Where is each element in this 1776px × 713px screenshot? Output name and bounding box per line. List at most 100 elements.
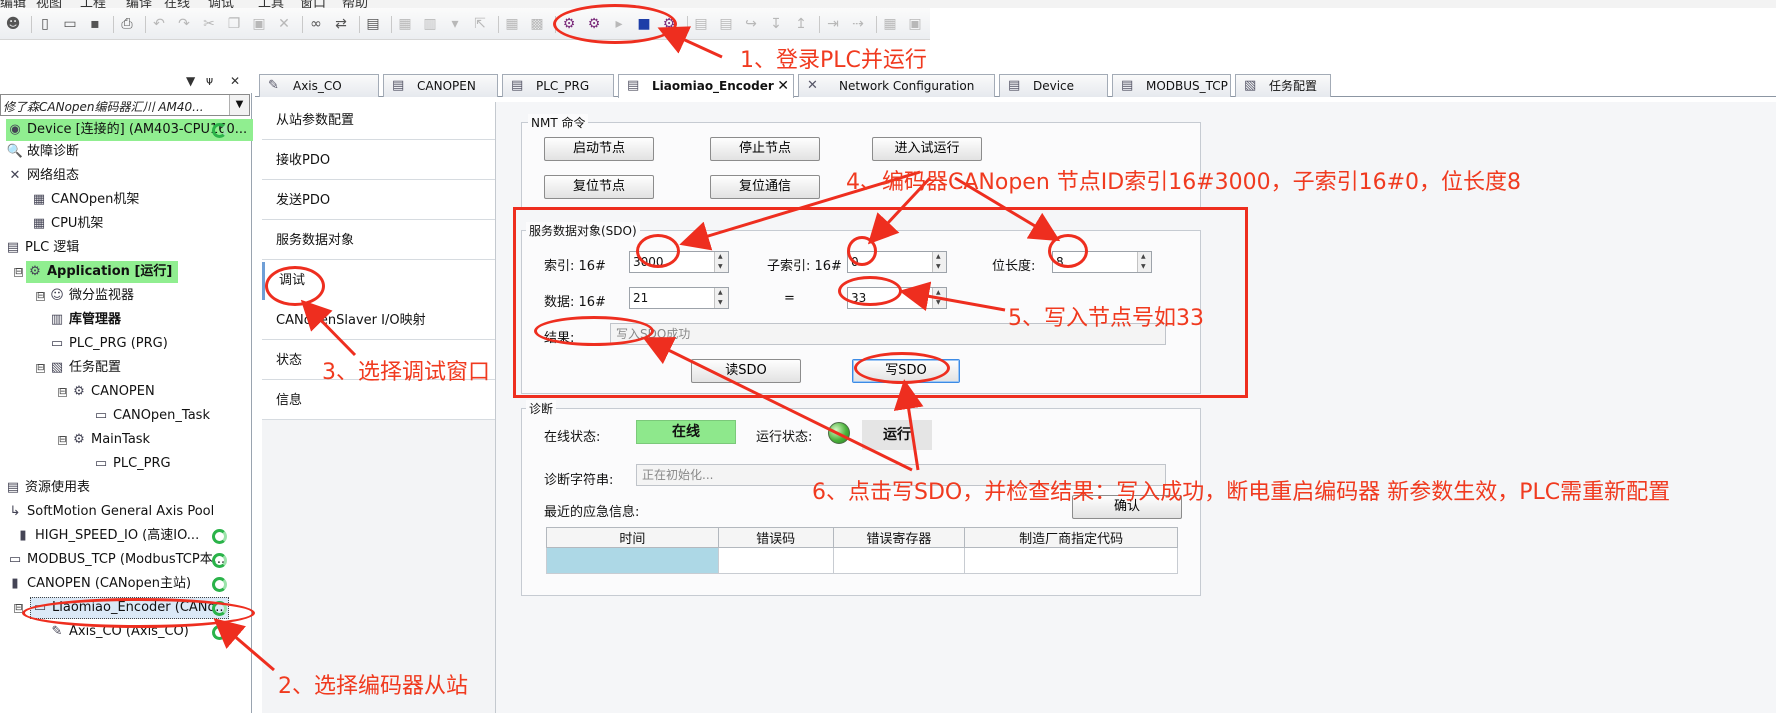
collapse-icon[interactable]: ⊟ <box>14 268 23 277</box>
tree-node[interactable]: ▤ 资源使用表 <box>4 477 90 499</box>
tree-node[interactable]: ✕ 网络组态 <box>6 165 79 187</box>
collapse-icon[interactable]: ⊟ <box>58 436 67 445</box>
reset-communication-button[interactable]: 复位通信 <box>710 175 820 199</box>
breakpoint-icon[interactable]: ▤ <box>692 15 710 33</box>
breakpoint2-icon[interactable]: ▤ <box>717 15 735 33</box>
tree-node[interactable]: ⚙ MainTask <box>70 429 150 451</box>
copy-icon[interactable]: ❐ <box>225 15 243 33</box>
table-icon[interactable]: ▥ <box>421 15 439 33</box>
table-column-header[interactable]: 错误码 <box>717 527 834 548</box>
stop-node-button[interactable]: 停止节点 <box>710 137 820 161</box>
nav-item-2[interactable]: 发送PDO <box>262 182 495 220</box>
run-to-cursor-icon[interactable]: ⇢ <box>849 15 867 33</box>
menu-item-7[interactable]: 窗口 <box>300 0 326 8</box>
dropdown-icon[interactable]: ▾ <box>446 15 464 33</box>
tree-node[interactable]: ▦ CPU机架 <box>30 213 104 235</box>
table-cell[interactable] <box>717 547 834 574</box>
tree-node[interactable]: ⚙ CANOPEN <box>70 381 155 403</box>
reset-node-button[interactable]: 复位节点 <box>544 175 654 199</box>
tree-node[interactable]: ▭ PLC_PRG (PRG) <box>48 333 168 355</box>
menu-item-3[interactable]: 编译 <box>126 0 152 8</box>
nav-item-3[interactable]: 服务数据对象 <box>262 222 495 260</box>
nav-item-5[interactable]: CANopenSlaver I/O映射 <box>262 302 495 340</box>
tree-node[interactable]: ▭ MODBUS_TCP (ModbusTCP本... <box>6 549 225 571</box>
nav-item-0[interactable]: 从站参数配置 <box>262 102 495 140</box>
export-icon[interactable]: ⇱ <box>471 15 489 33</box>
collapse-icon[interactable]: ⊟ <box>58 388 67 397</box>
tree-node[interactable]: ⚙ Application [运行] <box>26 261 179 283</box>
table-column-header[interactable]: 制造厂商指定代码 <box>964 527 1178 548</box>
print-icon[interactable]: ⎙ <box>118 15 136 33</box>
tree-node[interactable]: ▤ PLC 逻辑 <box>4 237 79 259</box>
tab-modbus-tcp[interactable]: ▤ MODBUS_TCP <box>1112 74 1231 97</box>
menu-item-5[interactable]: 调试 <box>208 0 234 8</box>
redo-icon[interactable]: ↷ <box>175 15 193 33</box>
collapse-icon[interactable]: ⊟ <box>36 292 45 301</box>
tree-node-icon: ◉ <box>9 122 21 137</box>
start-node-button[interactable]: 启动节点 <box>544 137 654 161</box>
table-cell[interactable] <box>832 547 966 574</box>
tab-axis-co[interactable]: ✎ Axis_CO <box>259 74 379 97</box>
undo-icon[interactable]: ↶ <box>150 15 168 33</box>
nav-item-1[interactable]: 接收PDO <box>262 142 495 180</box>
tab-plc-prg[interactable]: ▤ PLC_PRG <box>502 74 614 97</box>
table-column-header[interactable]: 错误寄存器 <box>832 527 966 548</box>
menu-item-0[interactable]: 编辑 <box>0 0 26 8</box>
table-cell[interactable] <box>546 547 719 574</box>
annotation-step-4: 4、编码器CANopen 节点ID索引16#3000，子索引16#0，位长度8 <box>846 170 1522 195</box>
delete-icon[interactable]: ✕ <box>275 15 293 33</box>
table-column-header[interactable]: 时间 <box>546 527 719 548</box>
tree-node[interactable]: ▦ CANOpen机架 <box>30 189 140 211</box>
close-panel-icon[interactable]: ✕ <box>230 74 240 88</box>
project-combo[interactable]: 修了森CANopen编码器汇川 AM40... ▼ <box>0 94 250 116</box>
tab-canopen[interactable]: ▤ CANOPEN <box>383 74 498 97</box>
step-into-icon[interactable]: ↧ <box>767 15 785 33</box>
monitor-icon[interactable]: ▣ <box>906 15 924 33</box>
pin-icon[interactable]: ᴪ <box>206 74 213 88</box>
tree-node[interactable]: ▮ CANOPEN (CANopen主站) <box>6 573 191 595</box>
collapse-icon[interactable]: ⊟ <box>36 364 45 373</box>
menu-item-8[interactable]: 帮助 <box>342 0 368 8</box>
save-icon[interactable]: ▪ <box>86 15 104 33</box>
tree-node-icon: ↳ <box>9 504 21 519</box>
tree-node[interactable]: ▧ 任务配置 <box>48 357 121 379</box>
open-folder-icon[interactable]: ▭ <box>61 15 79 33</box>
paste-icon[interactable]: ▣ <box>250 15 268 33</box>
tree-node-label: 资源使用表 <box>25 480 91 495</box>
menu-item-6[interactable]: 工具 <box>258 0 284 8</box>
close-tab-icon[interactable]: ✕ <box>777 75 789 97</box>
tab-device[interactable]: ▤ Device <box>999 74 1108 97</box>
tree-node[interactable]: ▭ PLC_PRG <box>92 453 171 475</box>
panel-menu-icon[interactable]: ▼ <box>186 74 195 88</box>
tree-node[interactable]: ↳ SoftMotion General Axis Pool <box>6 501 215 523</box>
tree-node[interactable]: ▮ HIGH_SPEED_IO (高速IO... <box>14 525 199 547</box>
menu-item-1[interactable]: 视图 <box>36 0 62 8</box>
step-icon[interactable]: ⇥ <box>824 15 842 33</box>
tab-task-config[interactable]: ▧ 任务配置 <box>1235 74 1331 97</box>
grid-icon[interactable]: ▦ <box>396 15 414 33</box>
find-replace-icon[interactable]: ⇄ <box>332 15 350 33</box>
user-icon[interactable]: ☻ <box>4 15 22 33</box>
nav-item-7[interactable]: 信息 <box>262 382 495 420</box>
table-row[interactable] <box>546 547 1178 574</box>
tree-node[interactable]: 🔍 故障诊断 <box>6 141 79 163</box>
binoculars-icon[interactable]: ∞ <box>307 15 325 33</box>
tree-node[interactable]: ▥ 库管理器 <box>48 309 121 331</box>
menu-item-2[interactable]: 工程 <box>80 0 106 8</box>
clean-icon[interactable]: ▩ <box>528 15 546 33</box>
step-over-icon[interactable]: ↪ <box>742 15 760 33</box>
tree-node[interactable]: ☺ 微分监视器 <box>48 285 134 307</box>
build-icon[interactable]: ▦ <box>503 15 521 33</box>
chevron-down-icon[interactable]: ▼ <box>229 95 249 115</box>
tree-node[interactable]: ▭ CANOpen_Task <box>92 405 210 427</box>
step-out-icon[interactable]: ↥ <box>792 15 810 33</box>
cut-icon[interactable]: ✂ <box>200 15 218 33</box>
tab-liaomiao-encoder[interactable]: ▤ Liaomiao_Encoder ✕ <box>618 74 794 98</box>
pre-operational-button[interactable]: 进入试运行 <box>872 137 982 161</box>
new-file-icon[interactable]: ▯ <box>36 15 54 33</box>
select-all-icon[interactable]: ▤ <box>364 15 382 33</box>
menu-item-4[interactable]: 在线 <box>164 0 190 8</box>
tab-network-configuration[interactable]: ✕ Network Configuration <box>798 74 995 97</box>
table-cell[interactable] <box>964 547 1178 574</box>
write-values-icon[interactable]: ▦ <box>881 15 899 33</box>
